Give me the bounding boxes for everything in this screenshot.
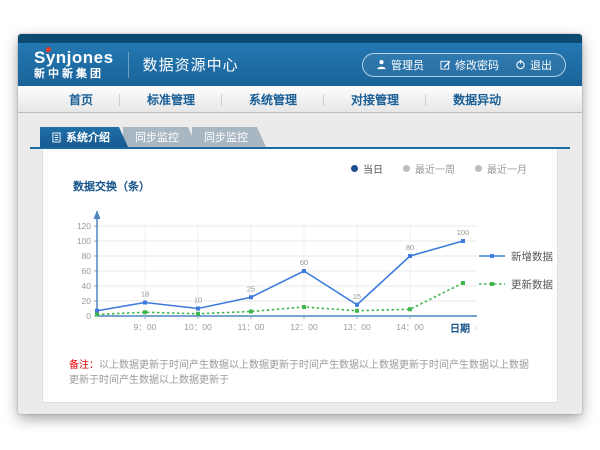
time-range-label: 当日 [363, 161, 383, 176]
svg-text:20: 20 [82, 296, 92, 306]
main-nav: 首页标准管理系统管理对接管理数据异动 [18, 86, 582, 113]
user-account-label: 管理员 [391, 57, 424, 73]
app-window: Synjones 新中新集团 数据资源中心 管理员 修改密码 退出 首页标准管理… [18, 34, 582, 414]
legend-item-1: 更新数据 [479, 277, 553, 292]
content-area: 系统介绍 同步监控 同步监控 当日 最近一周 最近一月 数据交换（条） 0 20 40 60 8… [30, 127, 570, 403]
svg-text:9：00: 9：00 [134, 322, 157, 332]
line-chart: 0 20 40 60 80 100 120 9：00 10：00 11：00 12：00 13：00 1… [57, 196, 477, 344]
document-icon [52, 132, 61, 143]
tab-label: 同步监控 [204, 129, 248, 145]
chart-section: 0 20 40 60 80 100 120 9：00 10：00 11：00 12：00 13：00 1… [43, 194, 557, 344]
legend-label: 更新数据 [511, 277, 553, 292]
footnote: 备注：以上数据更新于时间产生数据以上数据更新于时间产生数据以上数据更新于时间产生… [69, 358, 531, 388]
svg-text:10：00: 10：00 [184, 322, 212, 332]
header-divider [128, 52, 129, 78]
user-icon [376, 59, 387, 70]
nav-item-1[interactable]: 标准管理 [120, 86, 222, 112]
logout-button[interactable]: 退出 [515, 57, 552, 73]
time-range-option-0[interactable]: 当日 [351, 161, 383, 176]
change-password-button[interactable]: 修改密码 [440, 57, 499, 73]
svg-text:80: 80 [82, 251, 92, 261]
edit-icon [440, 59, 451, 70]
svg-text:60: 60 [300, 258, 308, 267]
footnote-label: 备注： [69, 360, 99, 371]
svg-text:60: 60 [82, 266, 92, 276]
svg-text:100: 100 [77, 236, 91, 246]
time-range-option-2[interactable]: 最近一月 [475, 161, 527, 176]
svg-text:14：00: 14：00 [396, 322, 424, 332]
radio-dot-icon [475, 165, 482, 172]
logo-subtext: 新中新集团 [34, 69, 114, 80]
logout-label: 退出 [530, 57, 552, 73]
page-title: 数据资源中心 [143, 54, 239, 75]
svg-text:13：00: 13：00 [343, 322, 371, 332]
tab-0[interactable]: 系统介绍 [40, 127, 128, 147]
svg-text:12：00: 12：00 [290, 322, 318, 332]
radio-dot-icon [351, 165, 358, 172]
tab-label: 同步监控 [135, 129, 179, 145]
change-password-label: 修改密码 [455, 57, 499, 73]
svg-text:11：00: 11：00 [238, 322, 265, 332]
svg-text:100: 100 [457, 228, 470, 237]
svg-text:10: 10 [194, 296, 202, 305]
svg-text:15: 15 [353, 292, 361, 301]
svg-text:25: 25 [247, 284, 255, 293]
content-card: 当日 最近一周 最近一月 数据交换（条） 0 20 40 60 80 100 120 9：00 10… [42, 149, 558, 403]
user-menu: 管理员 修改密码 退出 [362, 53, 566, 77]
power-icon [515, 59, 526, 70]
svg-text:80: 80 [406, 243, 414, 252]
legend-line-icon [479, 252, 505, 260]
app-header: Synjones 新中新集团 数据资源中心 管理员 修改密码 退出 [18, 43, 582, 86]
tab-label: 系统介绍 [66, 129, 110, 145]
svg-text:120: 120 [77, 221, 91, 231]
legend-item-0: 新增数据 [479, 249, 553, 264]
svg-text:18: 18 [141, 290, 149, 299]
time-range-label: 最近一周 [415, 161, 455, 176]
user-account-button[interactable]: 管理员 [376, 57, 424, 73]
svg-text:日期（小时）: 日期（小时） [450, 322, 477, 335]
radio-dot-icon [403, 165, 410, 172]
nav-item-2[interactable]: 系统管理 [222, 86, 324, 112]
svg-text:0: 0 [86, 311, 91, 321]
time-range-filters: 当日 最近一周 最近一月 [43, 153, 557, 178]
tabs-row: 系统介绍 同步监控 同步监控 [30, 127, 570, 149]
logo-red-dot-icon [46, 47, 51, 52]
legend-line-icon [479, 280, 505, 288]
nav-item-4[interactable]: 数据异动 [426, 86, 528, 112]
footnote-text: 以上数据更新于时间产生数据以上数据更新于时间产生数据以上数据更新于时间产生数据以… [69, 360, 529, 386]
svg-text:40: 40 [82, 281, 92, 291]
brand-logo: Synjones 新中新集团 [34, 49, 114, 80]
nav-item-0[interactable]: 首页 [42, 86, 120, 112]
time-range-option-1[interactable]: 最近一周 [403, 161, 455, 176]
chart-legend: 新增数据更新数据 [479, 249, 553, 292]
nav-item-3[interactable]: 对接管理 [324, 86, 426, 112]
tab-1[interactable]: 同步监控 [123, 127, 197, 147]
y-axis-title: 数据交换（条） [73, 178, 557, 194]
tab-2[interactable]: 同步监控 [192, 127, 266, 147]
time-range-label: 最近一月 [487, 161, 527, 176]
legend-label: 新增数据 [511, 249, 553, 264]
top-strip [18, 34, 582, 43]
